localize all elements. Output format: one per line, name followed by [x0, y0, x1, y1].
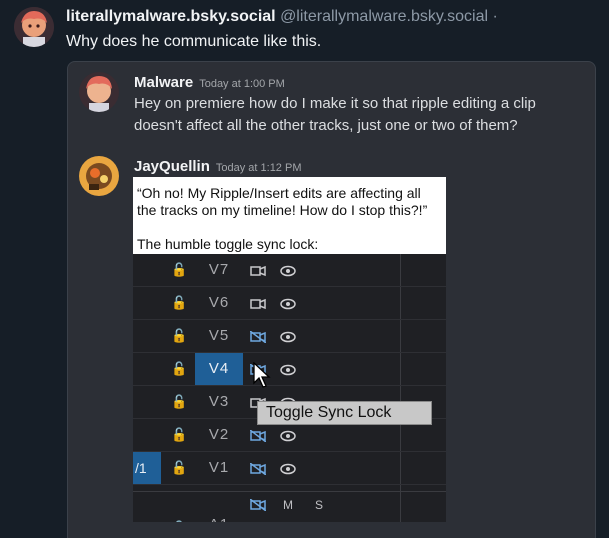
track-row-v6: 🔓 V6 — [133, 287, 446, 320]
caption-line: “Oh no! My Ripple/Insert edits are affec… — [137, 185, 421, 201]
meme-attachment: “Oh no! My Ripple/Insert edits are affec… — [133, 177, 446, 522]
author-line: literallymalware.bsky.social @literallym… — [66, 8, 498, 26]
sync-lock-icon[interactable] — [249, 462, 267, 476]
source-patch[interactable]: /1 — [133, 452, 161, 484]
caption-line: the tracks on my timeline! How do I stop… — [137, 202, 428, 218]
track-name[interactable]: V4 — [195, 353, 243, 385]
track-name[interactable]: A1 — [195, 516, 243, 522]
caption-line: The humble toggle sync lock: — [137, 236, 319, 252]
track-row-v5: 🔓 V5 — [133, 320, 446, 353]
author-display-name[interactable]: literallymalware.bsky.social — [66, 8, 276, 25]
mouse-cursor-icon — [253, 361, 273, 390]
track-row-v7: 🔓 V7 — [133, 254, 446, 287]
message-header: JayQuellin Today at 1:12 PM — [134, 158, 301, 175]
track-row-a1: M S 🔓 A1 — [133, 491, 446, 522]
track-name[interactable]: V3 — [195, 386, 243, 418]
eye-icon[interactable] — [280, 462, 296, 475]
track-name[interactable]: V5 — [195, 320, 243, 352]
sync-lock-icon[interactable] — [250, 264, 266, 277]
track-row-v1: /1 🔓 V1 — [133, 452, 446, 485]
lock-icon[interactable]: 🔓 — [171, 361, 187, 377]
jayquellin-avatar — [79, 156, 119, 196]
lock-icon[interactable]: 🔓 — [171, 328, 187, 344]
track-name[interactable]: V6 — [195, 287, 243, 319]
message-timestamp: Today at 1:12 PM — [215, 162, 302, 174]
meme-caption: “Oh no! My Ripple/Insert edits are affec… — [133, 177, 446, 254]
track-row-v4: 🔓 V4 — [133, 353, 446, 386]
lock-icon[interactable]: 🔓 — [171, 520, 187, 522]
message-line: Hey on premiere how do I make it so that… — [134, 95, 536, 112]
eye-icon[interactable] — [280, 264, 296, 277]
toggle-sync-lock-tooltip: Toggle Sync Lock — [257, 401, 432, 425]
message-author: JayQuellin — [134, 158, 210, 175]
author-avatar[interactable] — [14, 7, 54, 47]
solo-button[interactable]: S — [315, 498, 323, 512]
mute-button[interactable]: M — [283, 498, 293, 512]
track-name[interactable]: V2 — [195, 419, 243, 451]
post-text: Why does he communicate like this. — [66, 33, 322, 50]
author-handle[interactable]: @literallymalware.bsky.social · — [280, 8, 498, 25]
message-body: Hey on premiere how do I make it so that… — [134, 93, 536, 137]
lock-icon[interactable]: 🔓 — [171, 427, 187, 443]
eye-icon[interactable] — [280, 429, 296, 442]
message-line: doesn't affect all the other tracks, jus… — [134, 117, 518, 134]
sync-lock-icon[interactable] — [249, 330, 267, 344]
malware-avatar — [79, 72, 119, 112]
lock-icon[interactable]: 🔓 — [171, 460, 187, 476]
lock-icon[interactable]: 🔓 — [171, 394, 187, 410]
lock-icon[interactable]: 🔓 — [171, 295, 187, 311]
eye-icon[interactable] — [280, 330, 296, 343]
message-header: Malware Today at 1:00 PM — [134, 74, 285, 91]
sync-lock-icon[interactable] — [250, 297, 266, 310]
track-name[interactable]: V1 — [195, 452, 243, 484]
sync-lock-icon[interactable] — [249, 429, 267, 443]
lock-icon[interactable]: 🔓 — [171, 262, 187, 278]
timeline-track-headers: 🔓 V7 🔓 V6 🔓 V5 🔓 V4 🔓 V3 🔓 V2/1 🔓 V1 M S 🔓 A1 Toggle Sync … — [133, 254, 446, 522]
message-timestamp: Today at 1:00 PM — [199, 78, 285, 90]
eye-icon[interactable] — [280, 297, 296, 310]
eye-icon[interactable] — [280, 363, 296, 376]
sync-lock-icon[interactable] — [249, 498, 267, 512]
track-name[interactable]: V7 — [195, 254, 243, 286]
message-author: Malware — [134, 74, 194, 91]
embedded-image[interactable]: Malware Today at 1:00 PM Hey on premiere … — [67, 61, 596, 538]
bluesky-post: literallymalware.bsky.social @literallym… — [0, 0, 609, 538]
